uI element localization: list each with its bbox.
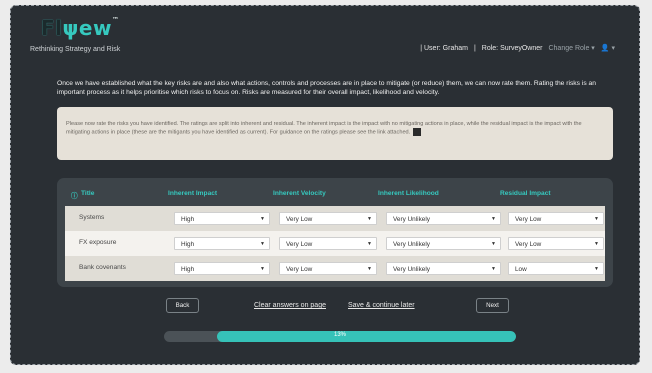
guidance-notice: Please now rate the risks you have ident… — [57, 107, 613, 160]
logo-text-view: ψew — [62, 16, 112, 40]
residual-impact-select[interactable]: Very Low ▼ — [508, 237, 604, 250]
progress-label: 13% — [333, 332, 346, 338]
user-icon[interactable]: 👤 ▾ — [601, 44, 615, 52]
current-user: | User: Graham — [420, 44, 468, 52]
header-inherent-likelihood: Inherent Likelihood — [378, 190, 439, 197]
inherent-velocity-select[interactable]: Very Low ▼ — [279, 212, 377, 225]
dropdown-arrow-icon: ▼ — [367, 241, 372, 247]
dropdown-arrow-icon: ▼ — [367, 266, 372, 272]
residual-impact-select[interactable]: Low ▼ — [508, 262, 604, 275]
change-role-dropdown[interactable]: Change Role ▾ — [548, 44, 594, 52]
selected-value: Very Low — [286, 216, 313, 223]
clear-answers-link[interactable]: Clear answers on page — [254, 302, 326, 309]
dropdown-arrow-icon: ▼ — [491, 216, 496, 222]
inherent-impact-select[interactable]: High ▼ — [174, 262, 270, 275]
progress-bar: 13% — [164, 331, 516, 342]
dropdown-arrow-icon: ▼ — [260, 266, 265, 272]
header-title: Title — [81, 190, 95, 197]
dropdown-arrow-icon: ▼ — [491, 241, 496, 247]
logo: Flψew™ — [41, 16, 119, 40]
selected-value: Low — [515, 266, 527, 273]
table-row: Systems High ▼ Very Low ▼ Very Unlikely ▼ V… — [65, 206, 605, 231]
inherent-impact-select[interactable]: High ▼ — [174, 237, 270, 250]
dropdown-arrow-icon: ▼ — [260, 216, 265, 222]
topbar-separator: | — [473, 44, 476, 52]
inherent-impact-select[interactable]: High ▼ — [174, 212, 270, 225]
logo-trademark: ™ — [111, 16, 120, 24]
topbar: | User: Graham | Role: SurveyOwner Chang… — [420, 44, 615, 53]
selected-value: Very Unlikely — [393, 241, 430, 248]
info-icon: ⓘ — [71, 193, 78, 200]
inherent-likelihood-select[interactable]: Very Unlikely ▼ — [386, 212, 501, 225]
selected-value: Very Low — [286, 241, 313, 248]
back-button[interactable]: Back — [166, 298, 199, 313]
risk-title: Bank covenants — [79, 264, 126, 271]
ratings-table: ⓘ Title Inherent Impact Inherent Velocit… — [57, 178, 613, 287]
logo-text-fl: Fl — [41, 16, 63, 40]
dropdown-arrow-icon: ▼ — [260, 241, 265, 247]
save-continue-link[interactable]: Save & continue later — [348, 302, 415, 309]
dropdown-arrow-icon: ▼ — [594, 266, 599, 272]
tagline: Rethinking Strategy and Risk — [30, 46, 121, 53]
header-residual-impact: Residual Impact — [500, 190, 551, 197]
header-inherent-velocity: Inherent Velocity — [273, 190, 326, 197]
dropdown-arrow-icon: ▼ — [594, 241, 599, 247]
selected-value: Very Unlikely — [393, 216, 430, 223]
selected-value: High — [181, 266, 195, 273]
selected-value: Very Low — [515, 241, 542, 248]
table-row: Bank covenants High ▼ Very Low ▼ Very Unli… — [65, 256, 605, 281]
next-button[interactable]: Next — [476, 298, 509, 313]
current-role: Role: SurveyOwner — [481, 44, 543, 52]
table-header: ⓘ Title Inherent Impact Inherent Velocit… — [57, 188, 613, 202]
selected-value: Very Low — [515, 216, 542, 223]
header-inherent-impact: Inherent Impact — [168, 190, 218, 197]
app-frame: Flψew™ Rethinking Strategy and Risk | Us… — [10, 5, 640, 365]
selected-value: High — [181, 216, 195, 223]
document-link-icon[interactable] — [413, 128, 422, 136]
residual-impact-select[interactable]: Very Low ▼ — [508, 212, 604, 225]
inherent-likelihood-select[interactable]: Very Unlikely ▼ — [386, 262, 501, 275]
guidance-text: Please now rate the risks you have ident… — [66, 121, 582, 136]
selected-value: High — [181, 241, 195, 248]
intro-text: Once we have established what the key ri… — [57, 80, 596, 96]
dropdown-arrow-icon: ▼ — [594, 216, 599, 222]
table-row: FX exposure High ▼ Very Low ▼ Very Unlikel… — [65, 231, 605, 256]
dropdown-arrow-icon: ▼ — [367, 216, 372, 222]
dropdown-arrow-icon: ▼ — [491, 266, 496, 272]
risk-title: Systems — [79, 214, 105, 221]
inherent-velocity-select[interactable]: Very Low ▼ — [279, 237, 377, 250]
inherent-likelihood-select[interactable]: Very Unlikely ▼ — [386, 237, 501, 250]
risk-title: FX exposure — [79, 239, 117, 246]
selected-value: Very Low — [286, 266, 313, 273]
selected-value: Very Unlikely — [393, 266, 430, 273]
inherent-velocity-select[interactable]: Very Low ▼ — [279, 262, 377, 275]
